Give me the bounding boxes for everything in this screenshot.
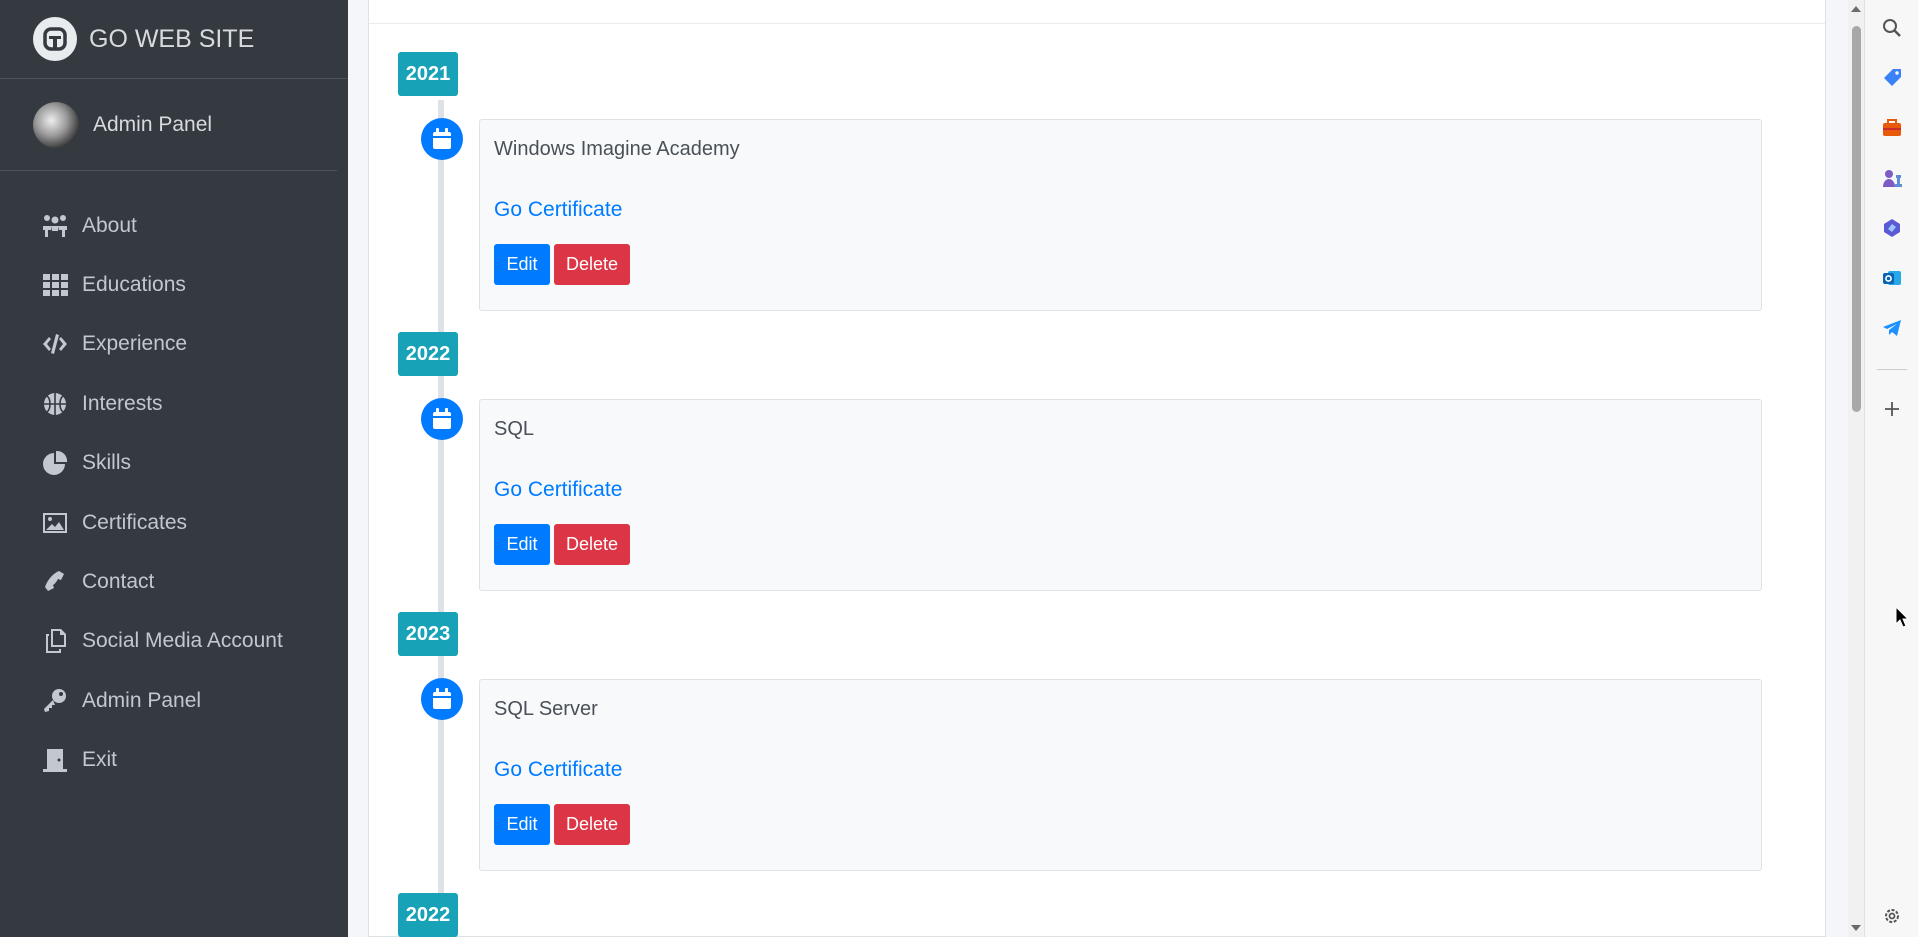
timeline-item: SQL Server Go Certificate Edit Delete — [479, 679, 1762, 871]
sidebar-item-label: Interests — [82, 391, 163, 415]
image-icon — [40, 510, 70, 536]
outlook-icon[interactable] — [1880, 266, 1904, 290]
calendar-icon — [421, 398, 463, 440]
users-icon — [40, 213, 70, 239]
chess-icon[interactable] — [1880, 166, 1904, 190]
search-icon[interactable] — [1880, 16, 1904, 40]
sidebar-item-contact[interactable]: Contact — [0, 552, 348, 611]
user-panel[interactable]: Admin Panel — [0, 79, 337, 171]
timeline-item: Windows Imagine Academy Go Certificate E… — [479, 119, 1762, 311]
timeline-item-title: SQL — [494, 418, 535, 440]
brand-link[interactable]: GO WEB SITE — [0, 0, 348, 79]
delete-button[interactable]: Delete — [554, 244, 630, 285]
sidebar-item-label: Exit — [82, 748, 118, 772]
key-icon — [40, 688, 70, 714]
sidebar-item-experience[interactable]: Experience — [0, 315, 348, 374]
go-certificate-link[interactable]: Go Certificate — [494, 198, 1747, 222]
sidebar-item-label: Experience — [82, 332, 188, 356]
avatar — [33, 101, 79, 148]
timeline-line — [438, 100, 444, 937]
settings-icon[interactable] — [1880, 904, 1904, 928]
sidebar-item-label: Skills — [82, 451, 132, 475]
vertical-scrollbar[interactable] — [1848, 0, 1864, 937]
pie-chart-icon — [40, 450, 70, 476]
brand-name: GO WEB SITE — [89, 24, 255, 53]
sidebar-item-certificates[interactable]: Certificates — [0, 493, 348, 552]
main-content: 2021 Windows Imagine Academy Go Certific… — [348, 0, 1864, 937]
year-badge: 2022 — [398, 893, 458, 937]
card-header-divider — [369, 23, 1825, 24]
edit-button[interactable]: Edit — [494, 804, 550, 845]
year-badge: 2021 — [398, 52, 458, 96]
telegram-icon[interactable] — [1880, 316, 1904, 340]
scroll-down-arrow[interactable] — [1851, 925, 1861, 931]
scroll-thumb[interactable] — [1852, 26, 1861, 412]
delete-button[interactable]: Delete — [554, 524, 630, 565]
year-badge: 2023 — [398, 612, 458, 656]
sidebar-nav: About Educations Experience Interests Sk… — [0, 196, 348, 790]
copy-icon — [40, 628, 70, 654]
timeline-item-title: SQL Server — [494, 698, 598, 720]
phone-icon — [40, 569, 70, 595]
delete-button[interactable]: Delete — [554, 804, 630, 845]
timeline-actions: Edit Delete — [494, 804, 1747, 845]
sidebar-item-social-media-account[interactable]: Social Media Account — [0, 612, 348, 671]
timeline-item: SQL Go Certificate Edit Delete — [479, 399, 1762, 591]
sidebar-item-admin-panel[interactable]: Admin Panel — [0, 671, 348, 730]
briefcase-icon[interactable] — [1880, 116, 1904, 140]
tag-icon[interactable] — [1880, 66, 1904, 90]
edit-button[interactable]: Edit — [494, 244, 550, 285]
browser-side-panel — [1864, 0, 1918, 937]
timeline-actions: Edit Delete — [494, 244, 1747, 285]
calendar-icon — [421, 118, 463, 160]
scroll-up-arrow[interactable] — [1851, 6, 1861, 12]
add-icon[interactable] — [1880, 397, 1904, 421]
sidebar-item-about[interactable]: About — [0, 196, 348, 255]
basketball-icon — [40, 391, 70, 417]
sidebar-item-label: Educations — [82, 273, 186, 297]
sidebar-item-skills[interactable]: Skills — [0, 434, 348, 493]
grid-icon — [40, 272, 70, 298]
timeline-actions: Edit Delete — [494, 524, 1747, 565]
sidebar-item-educations[interactable]: Educations — [0, 255, 348, 314]
timeline-item-title: Windows Imagine Academy — [494, 138, 740, 160]
calendar-icon — [421, 678, 463, 720]
timeline-card: 2021 Windows Imagine Academy Go Certific… — [368, 0, 1826, 937]
door-exit-icon — [40, 747, 70, 773]
sidebar-item-label: Certificates — [82, 510, 188, 534]
sidebar-item-label: Contact — [82, 570, 155, 594]
go-certificate-link[interactable]: Go Certificate — [494, 758, 1747, 782]
user-name: Admin Panel — [93, 112, 213, 136]
edit-button[interactable]: Edit — [494, 524, 550, 565]
mouse-cursor-icon — [1895, 605, 1910, 633]
copilot-icon[interactable] — [1880, 216, 1904, 240]
sidebar: GO WEB SITE Admin Panel About Educations… — [0, 0, 348, 937]
sidebar-item-label: Admin Panel — [82, 688, 202, 712]
sidebar-item-interests[interactable]: Interests — [0, 374, 348, 433]
sidebar-item-label: About — [82, 213, 137, 237]
brand-logo — [33, 17, 77, 61]
go-certificate-link[interactable]: Go Certificate — [494, 478, 1747, 502]
sidebar-item-label: Social Media Account — [82, 629, 283, 653]
code-icon — [40, 331, 70, 357]
side-panel-divider — [1877, 369, 1907, 370]
year-badge: 2022 — [398, 332, 458, 376]
sidebar-item-exit[interactable]: Exit — [0, 731, 348, 790]
